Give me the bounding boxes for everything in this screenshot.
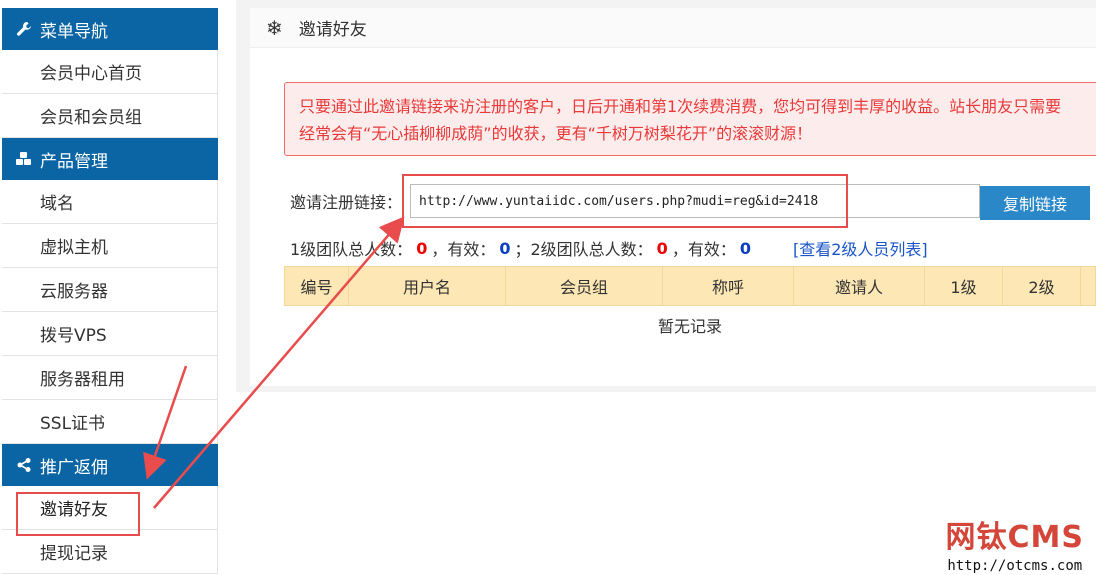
sidebar-section-products[interactable]: 产品管理: [2, 138, 218, 180]
level2-valid-value: 0: [739, 238, 751, 258]
sidebar: 菜单导航 会员中心首页 会员和会员组 产品管理 域名 虚拟主机 云服务器 拨号V…: [2, 8, 218, 574]
level1-valid-label: ，有效：: [431, 240, 496, 259]
sidebar-section-menu-nav[interactable]: 菜单导航: [2, 8, 218, 50]
panel-title-bar: ❄ 邀请好友: [250, 8, 1096, 48]
col-member-group: 会员组: [506, 267, 663, 305]
sidebar-section-title: 产品管理: [40, 151, 108, 172]
sidebar-item-dialup-vps[interactable]: 拨号VPS: [2, 312, 218, 356]
team-stats: 1级团队总人数： 0 ，有效： 0 ；2级团队总人数： 0 ，有效： 0 [查看…: [290, 236, 928, 260]
sidebar-item-virtual-host[interactable]: 虚拟主机: [2, 224, 218, 268]
col-inviter: 邀请人: [794, 267, 925, 305]
page: 菜单导航 会员中心首页 会员和会员组 产品管理 域名 虚拟主机 云服务器 拨号V…: [0, 0, 1096, 575]
table-empty-message: 暂无记录: [657, 317, 722, 336]
invite-link-label: 邀请注册链接：: [290, 193, 403, 212]
col-level1: 1级: [925, 267, 1003, 305]
level2-valid-label: ，有效：: [671, 240, 736, 259]
sidebar-section-title: 菜单导航: [40, 21, 108, 42]
watermark-brand: 网钛CMS: [945, 520, 1084, 555]
copy-link-button[interactable]: 复制链接: [980, 186, 1090, 220]
sidebar-item-server-rental[interactable]: 服务器租用: [2, 356, 218, 400]
view-level2-list-link[interactable]: [查看2级人员列表]: [793, 236, 928, 260]
level1-valid-value: 0: [499, 238, 511, 258]
sidebar-item-member-groups[interactable]: 会员和会员组: [2, 94, 218, 138]
sidebar-item-ssl-cert[interactable]: SSL证书: [2, 400, 218, 444]
col-id: 编号: [285, 267, 349, 305]
col-level2: 2级: [1003, 267, 1081, 305]
annotation-box-link: [402, 174, 848, 228]
sidebar-item-cloud-server[interactable]: 云服务器: [2, 268, 218, 312]
sidebar-item-member-home[interactable]: 会员中心首页: [2, 50, 218, 94]
sidebar-section-title: 推广返佣: [40, 457, 108, 478]
watermark-url: http://otcms.com: [947, 558, 1083, 574]
cubes-icon: [14, 149, 34, 169]
col-extra: [1081, 267, 1095, 305]
page-title: 邀请好友: [298, 20, 367, 40]
level1-total-value: 0: [416, 238, 428, 258]
sidebar-section-affiliate[interactable]: 推广返佣: [2, 444, 218, 486]
notice-line-2: 经常会有“无心插柳柳成荫”的收获，更有“千树万树梨花开”的滚滚财源！: [299, 124, 813, 143]
col-title: 称呼: [663, 267, 794, 305]
notice-line-1: 只要通过此邀请链接来访注册的客户，日后开通和第1次续费消费，您均可得到丰厚的收益…: [299, 97, 1062, 116]
level2-total-label: ；2级团队总人数：: [514, 240, 653, 259]
annotation-box-invite: [16, 492, 140, 536]
snowflake-icon: ❄: [266, 15, 283, 40]
level2-total-value: 0: [656, 238, 668, 258]
table-header-row: 编号 用户名 会员组 称呼 邀请人 1级 2级: [284, 266, 1096, 306]
sidebar-item-domain[interactable]: 域名: [2, 180, 218, 224]
share-icon: [14, 455, 34, 475]
notice-box: 只要通过此邀请链接来访注册的客户，日后开通和第1次续费消费，您均可得到丰厚的收益…: [284, 82, 1096, 156]
level1-total-label: 1级团队总人数：: [290, 240, 413, 259]
watermark: 网钛CMS http://otcms.com: [946, 512, 1084, 574]
wrench-icon: [14, 19, 34, 39]
col-username: 用户名: [349, 267, 506, 305]
invite-table: 编号 用户名 会员组 称呼 邀请人 1级 2级 暂无记录: [284, 266, 1096, 344]
sidebar-item-withdraw-records[interactable]: 提现记录: [2, 530, 218, 574]
